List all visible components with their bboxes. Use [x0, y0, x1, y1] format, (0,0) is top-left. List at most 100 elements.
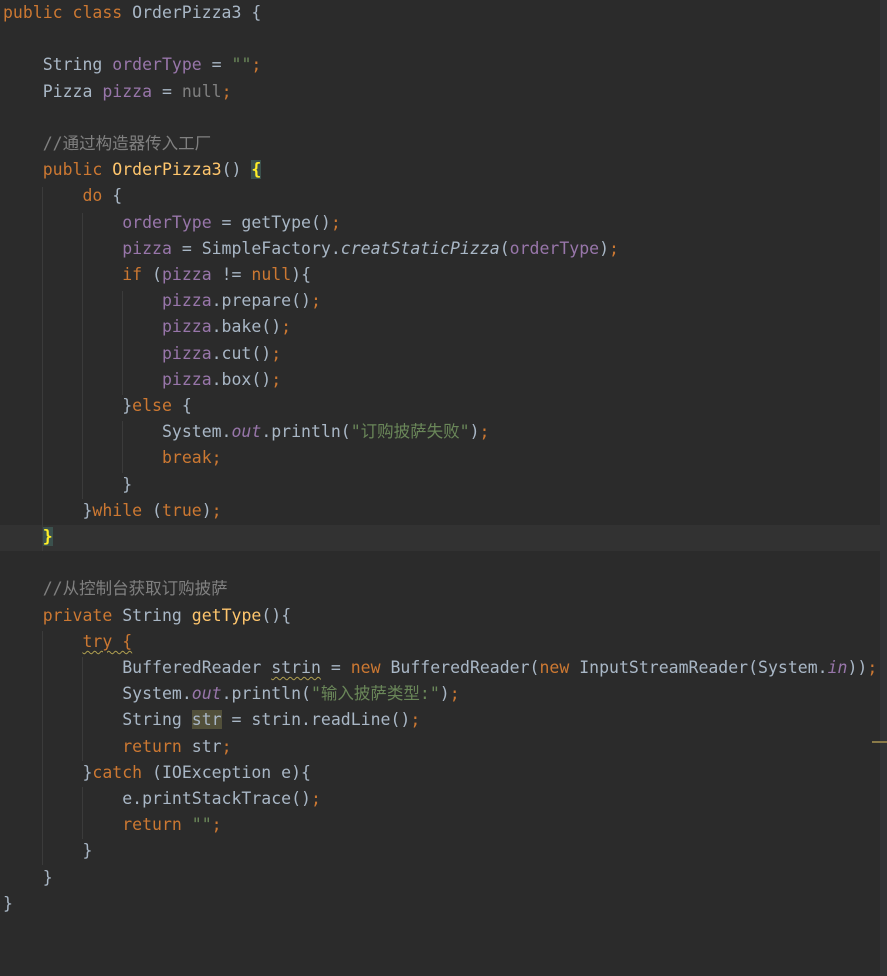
- code-token: ){: [291, 265, 312, 284]
- code-line[interactable]: private String getType(){: [3, 603, 291, 629]
- code-line[interactable]: if (pizza != null){: [3, 262, 311, 288]
- code-token: OrderPizza3: [112, 160, 222, 180]
- code-token: return: [122, 815, 192, 835]
- code-token: ;: [271, 343, 282, 363]
- code-editor[interactable]: public class OrderPizza3 { String orderT…: [0, 0, 887, 976]
- code-token: do: [82, 186, 113, 206]
- code-token: =: [320, 658, 351, 677]
- code-token: ;: [271, 369, 282, 389]
- code-token: ;: [609, 238, 619, 258]
- code-line[interactable]: public OrderPizza3() {: [3, 157, 262, 183]
- code-token: .box(): [211, 369, 272, 389]
- code-line[interactable]: }: [3, 891, 13, 917]
- code-token: "": [231, 55, 252, 75]
- code-token: ): [599, 238, 610, 258]
- code-line[interactable]: break;: [3, 445, 222, 471]
- code-line[interactable]: do {: [3, 183, 122, 209]
- code-token: }: [42, 527, 53, 546]
- code-line[interactable]: }catch (IOException e){: [3, 760, 311, 786]
- code-line[interactable]: }while (true);: [3, 498, 222, 524]
- code-token: }: [3, 893, 13, 913]
- code-line[interactable]: }: [3, 524, 53, 550]
- scrollbar-warning-marker[interactable]: [872, 741, 887, 743]
- code-token: (: [152, 265, 162, 284]
- code-token: while: [92, 500, 153, 520]
- code-line[interactable]: orderType = getType();: [3, 210, 341, 236]
- code-token: String: [122, 710, 192, 730]
- code-token: ;: [867, 658, 878, 677]
- code-line[interactable]: try {: [3, 629, 132, 655]
- code-token: orderType: [122, 212, 212, 232]
- caret-line-highlight: [0, 525, 880, 551]
- code-token: (){: [261, 605, 292, 625]
- code-token: out: [191, 684, 222, 704]
- code-line[interactable]: BufferedReader strin = new BufferedReade…: [3, 655, 877, 681]
- code-line[interactable]: //从控制台获取订购披萨: [3, 576, 228, 602]
- vertical-scrollbar[interactable]: [880, 0, 887, 976]
- code-token: ): [469, 422, 480, 442]
- code-line[interactable]: Pizza pizza = null;: [3, 79, 232, 105]
- code-line[interactable]: pizza = SimpleFactory.creatStaticPizza(o…: [3, 236, 619, 262]
- code-line[interactable]: public class OrderPizza3 {: [3, 0, 261, 26]
- code-line[interactable]: return "";: [3, 812, 221, 838]
- code-line[interactable]: }: [3, 865, 53, 891]
- code-token: pizza: [102, 81, 153, 101]
- code-line[interactable]: e.printStackTrace();: [3, 786, 321, 812]
- code-token: =: [152, 81, 182, 101]
- code-token: //通过构造器传入工厂: [42, 134, 212, 153]
- code-token: ;: [330, 212, 341, 232]
- code-token: ;: [211, 500, 222, 520]
- code-token: = SimpleFactory.: [171, 238, 341, 258]
- code-line[interactable]: }: [3, 838, 92, 864]
- code-line[interactable]: String orderType = "";: [3, 52, 262, 78]
- code-line[interactable]: return str;: [3, 734, 231, 760]
- code-token: .cut(): [211, 343, 272, 363]
- code-line[interactable]: String str = strin.readLine();: [3, 707, 420, 733]
- code-token: {: [251, 160, 262, 180]
- code-line[interactable]: pizza.box();: [3, 367, 281, 393]
- code-token: else: [132, 396, 182, 415]
- code-token: ;: [281, 317, 292, 337]
- code-token: =: [201, 55, 232, 75]
- code-line[interactable]: }: [3, 472, 132, 498]
- code-token: }: [42, 867, 53, 887]
- code-token: pizza: [122, 238, 172, 258]
- code-line[interactable]: pizza.prepare();: [3, 288, 321, 314]
- code-line[interactable]: System.out.println("订购披萨失败");: [3, 419, 490, 445]
- code-line[interactable]: pizza.cut();: [3, 341, 281, 367]
- code-token: OrderPizza3 {: [132, 3, 262, 22]
- code-token: (: [499, 238, 510, 258]
- code-token: ;: [310, 789, 321, 808]
- code-token: pizza: [161, 343, 212, 363]
- code-token: {: [181, 396, 192, 415]
- code-token: out: [231, 422, 262, 442]
- code-token: ;: [251, 55, 262, 75]
- code-token: public class: [3, 3, 133, 22]
- code-line[interactable]: }else {: [3, 393, 192, 419]
- code-line[interactable]: pizza.bake();: [3, 314, 291, 340]
- code-token: creatStaticPizza: [340, 238, 500, 258]
- code-token: "输入披萨类型:": [310, 684, 440, 704]
- code-token: //从控制台获取订购披萨: [42, 579, 228, 599]
- code-token: String: [122, 605, 192, 625]
- code-line[interactable]: System.out.println("输入披萨类型:");: [3, 681, 459, 707]
- code-token: public: [42, 160, 113, 180]
- code-line[interactable]: //通过构造器传入工厂: [3, 131, 211, 157]
